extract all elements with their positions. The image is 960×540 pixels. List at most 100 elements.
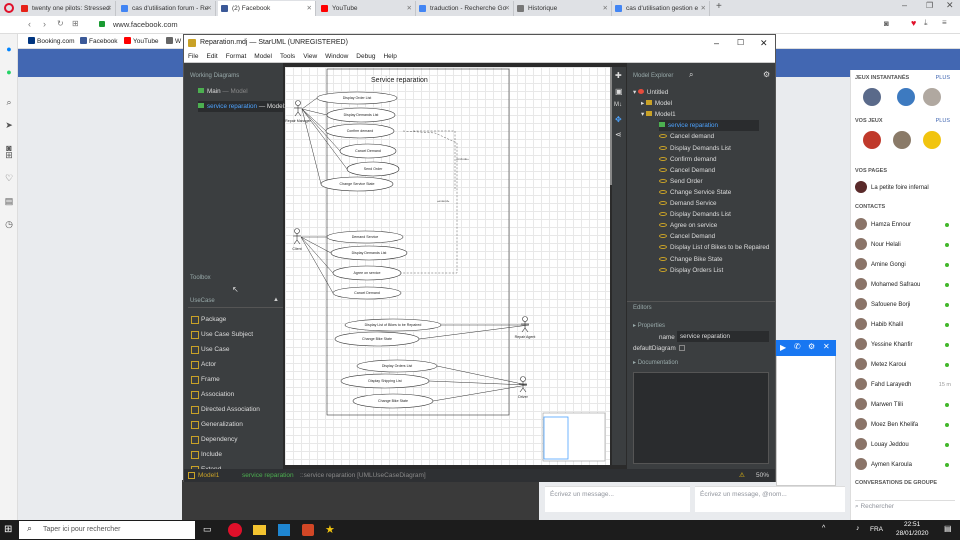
tool-include[interactable]: Include (190, 447, 280, 462)
diagram-icon[interactable]: ▣ (615, 87, 623, 96)
tree-item[interactable]: ▾ Untitled (633, 87, 668, 98)
game-avatar[interactable] (923, 131, 941, 149)
documentation-textarea[interactable] (633, 372, 769, 464)
message-compose-1[interactable]: Écrivez un message... (545, 486, 690, 512)
contact-item[interactable]: Moez Ben Khelifa (855, 418, 955, 432)
chat-search-input[interactable]: ⌕ Rechercher (855, 500, 955, 512)
game-avatar[interactable] (897, 88, 915, 106)
warning-icon[interactable]: ⚠ (739, 469, 745, 482)
tab-close-icon[interactable]: ✕ (407, 1, 412, 16)
search-icon[interactable]: ⌕ (689, 70, 693, 80)
tree-item[interactable]: Agree on service (659, 220, 717, 231)
browser-tab[interactable]: twenty one pilots: Stressed ✕ (18, 1, 116, 16)
tree-item[interactable]: ▸ Model (641, 98, 672, 109)
new-tab-button[interactable]: + (716, 1, 722, 12)
contact-item[interactable]: Safouene Borji (855, 298, 955, 312)
game-avatar[interactable] (863, 131, 881, 149)
bookmark-youtube[interactable]: YouTube (124, 37, 159, 45)
menu-tools[interactable]: Tools (280, 53, 295, 60)
whatsapp-icon[interactable]: ● (4, 67, 14, 77)
tab-close-icon[interactable]: ✕ (603, 1, 608, 16)
notifications-icon[interactable]: ▤ (944, 524, 952, 533)
contact-item[interactable]: Hamza Ennour (855, 218, 955, 232)
tool-frame[interactable]: Frame (190, 372, 280, 387)
contact-item[interactable]: Yessine Khanfir (855, 338, 955, 352)
tab-close-icon[interactable]: ✕ (207, 1, 212, 16)
contact-item[interactable]: Amine Gongi (855, 258, 955, 272)
menu-window[interactable]: Window (325, 53, 348, 60)
minimize-button[interactable]: – (714, 35, 719, 51)
more-link[interactable]: PLUS (936, 118, 950, 124)
diagram-canvas[interactable]: Service reparation Repair Manager Client Re… (285, 67, 610, 465)
tool-dependency[interactable]: Dependency (190, 432, 280, 447)
browser-tab[interactable]: YouTube ✕ (318, 1, 416, 16)
browser-tab[interactable]: cas d'utilisation gestion e ✕ (612, 1, 710, 16)
messenger-icon[interactable]: ● (4, 44, 14, 54)
tree-item[interactable]: Send Order (659, 176, 703, 187)
tree-item[interactable]: Display Orders List (659, 265, 723, 276)
tool-use-case[interactable]: Use Case (190, 342, 280, 357)
tree-item[interactable]: Change Bike State (659, 254, 723, 265)
close-button[interactable]: ✕ (760, 35, 768, 51)
tool-directed-association[interactable]: Directed Association (190, 402, 280, 417)
page-item[interactable]: La petite foire infernal (855, 181, 955, 195)
tree-item[interactable]: Change Service State (659, 187, 731, 198)
tree-item[interactable]: Demand Service (659, 198, 717, 209)
heart-icon[interactable]: ♡ (4, 173, 14, 183)
status-model[interactable]: Model1 (198, 469, 219, 482)
powerpoint-icon[interactable] (302, 524, 314, 536)
tool-generalization[interactable]: Generalization (190, 417, 280, 432)
task-view-icon[interactable]: ▭ (203, 524, 212, 535)
bookmark-w[interactable]: W (166, 37, 181, 45)
tree-item[interactable]: Cancel Demand (659, 231, 715, 242)
browser-tab[interactable]: (2) Facebook ✕ (218, 1, 316, 16)
contact-item[interactable]: Metez Karoui (855, 358, 955, 372)
opera-logo-icon[interactable] (4, 3, 14, 13)
tree-item[interactable]: Cancel Demand (659, 165, 715, 176)
tab-close-icon[interactable]: ✕ (307, 1, 312, 16)
tree-item[interactable]: Confirm demand (659, 154, 717, 165)
share-icon[interactable]: ⋖ (615, 130, 622, 139)
gear-icon[interactable]: ⚙ (808, 342, 815, 351)
url-field[interactable]: www.facebook.com (113, 20, 178, 29)
tray-chevron-icon[interactable]: ^ (822, 525, 825, 532)
news-icon[interactable]: ▤ (4, 196, 14, 206)
vscode-icon[interactable] (278, 524, 290, 536)
heart-icon[interactable]: ♥ (911, 18, 916, 28)
menu-view[interactable]: View (303, 53, 317, 60)
opera-taskbar-icon[interactable] (228, 523, 242, 537)
working-diagram-main[interactable]: Main — Model (198, 86, 248, 97)
language-indicator[interactable]: FRA (870, 526, 883, 533)
contact-item[interactable]: Habib Khalil (855, 318, 955, 332)
close-icon[interactable]: ✕ (823, 342, 830, 351)
contact-item[interactable]: Fahd Larayedh 15 m (855, 378, 955, 392)
browser-tab[interactable]: Historique ✕ (514, 1, 612, 16)
bookmark-booking[interactable]: Booking.com (28, 37, 75, 45)
contact-item[interactable]: Marwen Tlili (855, 398, 955, 412)
working-diagram-service[interactable]: service reparation — Model1 (198, 101, 288, 112)
back-icon[interactable]: ‹ (28, 19, 31, 29)
browser-tab[interactable]: cas d'utilisation forum - Re ✕ (118, 1, 216, 16)
default-diagram-checkbox[interactable] (679, 345, 685, 351)
file-explorer-icon[interactable] (253, 525, 266, 535)
tool-package[interactable]: Package (190, 312, 280, 327)
game-avatar[interactable] (893, 131, 911, 149)
browser-tab[interactable]: traduction - Recherche Go ✕ (416, 1, 514, 16)
documentation-label[interactable]: ▸ Documentation (633, 359, 678, 366)
history-icon[interactable]: ◷ (4, 219, 14, 229)
tab-close-icon[interactable]: ✕ (701, 1, 706, 16)
tree-item[interactable]: Cancel demand (659, 131, 714, 142)
more-link[interactable]: PLUS (936, 75, 950, 81)
reload-icon[interactable]: ↻ (57, 19, 64, 28)
navigate-icon[interactable]: ✥ (615, 115, 622, 124)
puzzle-icon[interactable]: ✚ (615, 71, 622, 80)
markdown-icon[interactable]: M↓ (614, 102, 622, 108)
maximize-button[interactable]: ☐ (737, 35, 744, 51)
menu-debug[interactable]: Debug (356, 53, 375, 60)
tab-close-icon[interactable]: ✕ (107, 1, 112, 16)
camera-icon[interactable]: ◙ (884, 19, 889, 28)
gear-icon[interactable]: ⚙ (763, 70, 770, 79)
tab-close-icon[interactable]: ✕ (505, 1, 510, 16)
contact-item[interactable]: Louay Jeddou (855, 438, 955, 452)
windows-start-icon[interactable]: ⊞ (4, 524, 12, 535)
